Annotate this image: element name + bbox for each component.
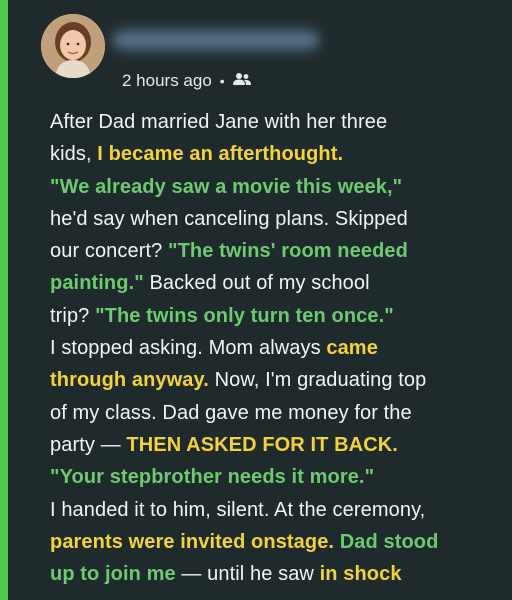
post-text-segment: Backed out of my school [143, 272, 370, 295]
meta-separator: • [219, 73, 225, 89]
post-text-segment: of my class. Dad gave me money for the [50, 401, 412, 424]
highlighted-text: painting." [50, 272, 144, 295]
post-line: up to join me — until he saw in shock [50, 558, 510, 590]
highlighted-text: Dad stood [339, 530, 439, 553]
post-line: through anyway. Now, I'm graduating top [50, 364, 510, 396]
blurred-author-name[interactable] [113, 30, 319, 50]
post-text-segment: — until he saw [175, 563, 320, 586]
post-card: 2 hours ago • After Dad married Jane wit… [8, 0, 512, 600]
post-line: kids, I became an afterthought. [50, 138, 510, 170]
post-timestamp[interactable]: 2 hours ago [122, 71, 212, 91]
post-line: "Your stepbrother needs it more." [50, 461, 510, 493]
post-text-segment: After Dad married Jane with her three [50, 111, 388, 133]
highlighted-text: I became an afterthought. [97, 143, 344, 166]
post-line: painting." Backed out of my school [50, 267, 510, 299]
post-line: parents were invited onstage. Dad stood [50, 526, 510, 558]
post-text-segment: party — [50, 433, 127, 456]
post-text-segment: our concert? [50, 240, 169, 263]
highlighted-text: "The twins only turn ten once." [95, 304, 394, 327]
post-line: I stopped asking. Mom always came [50, 332, 510, 364]
post-meta: 2 hours ago • [122, 70, 251, 92]
highlighted-text: "Your stepbrother needs it more." [50, 466, 375, 489]
highlighted-text: up to join me [50, 563, 176, 586]
avatar-image [41, 14, 105, 78]
highlighted-text: THEN ASKED FOR IT BACK. [126, 433, 398, 456]
post-line: I handed it to him, silent. At the cerem… [50, 494, 510, 526]
post-line: "We already saw a movie this week," [50, 171, 510, 203]
post-text-segment: I stopped asking. Mom always [50, 337, 327, 360]
friends-icon[interactable] [232, 71, 251, 91]
post-line: our concert? "The twins' room needed [50, 235, 510, 267]
highlighted-text: in shock [319, 563, 402, 586]
highlighted-text: "We already saw a movie this week," [50, 175, 403, 198]
post-line: party — THEN ASKED FOR IT BACK. [50, 429, 510, 461]
highlighted-text: through anyway. [50, 369, 209, 392]
highlighted-text: "The twins' room needed [168, 240, 408, 263]
highlighted-text: parents were invited onstage. [50, 530, 335, 553]
post-text-segment: he'd say when canceling plans. Skipped [50, 207, 408, 230]
profile-avatar[interactable] [41, 14, 105, 78]
post-text-segment: Now, I'm graduating top [208, 369, 427, 392]
post-line: of my class. Dad gave me money for the [50, 397, 510, 429]
post-text-segment: I handed it to him, silent. At the cerem… [50, 498, 426, 521]
post-text-segment: trip? [50, 304, 96, 327]
post-line: he'd say when canceling plans. Skipped [50, 203, 510, 235]
post-line: trip? "The twins only turn ten once." [50, 300, 510, 332]
post-text: After Dad married Jane with her three kid… [50, 106, 510, 590]
post-text-segment: kids, [50, 143, 98, 166]
post-line: After Dad married Jane with her three [50, 106, 510, 138]
highlighted-text: came [326, 337, 378, 360]
